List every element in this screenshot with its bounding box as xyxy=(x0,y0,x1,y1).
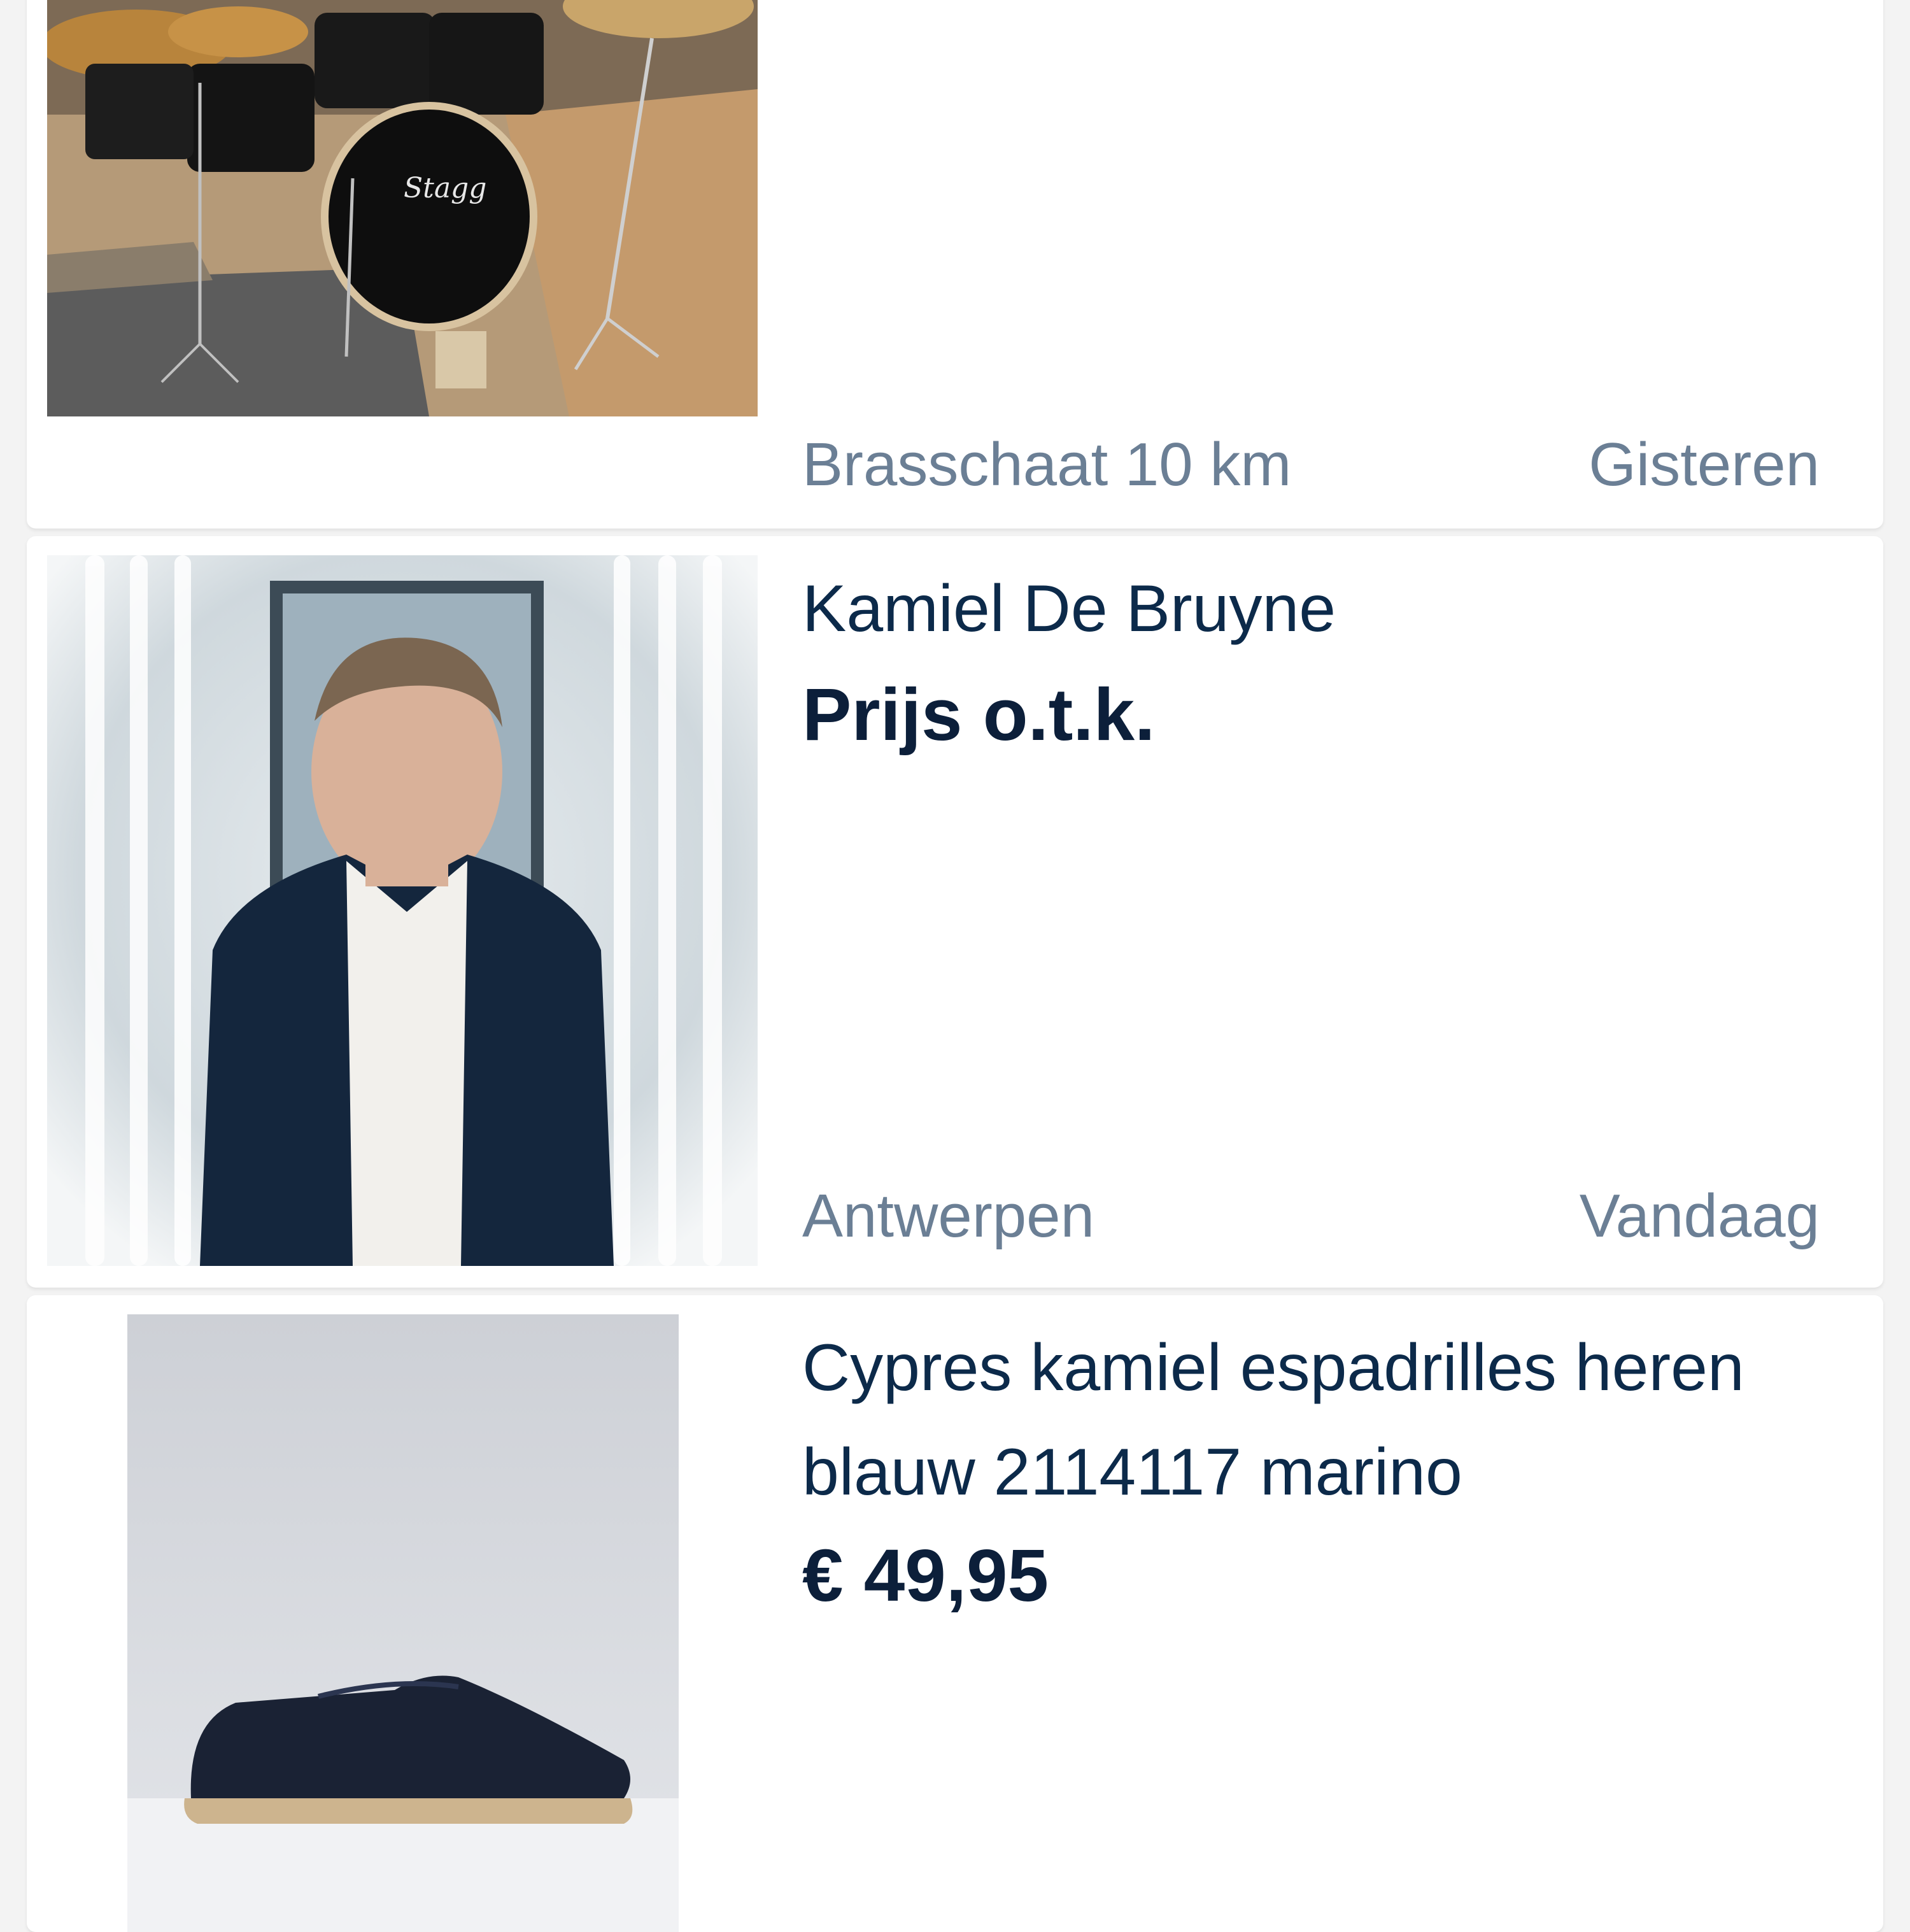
man-portrait-image xyxy=(47,555,758,1266)
listing-date: Gisteren xyxy=(1588,430,1820,499)
espadrille-shoe-image xyxy=(127,1314,679,1932)
drum-kit-image: Stagg xyxy=(47,0,758,416)
listing-feed: Stagg Brasschaat 10 km Gisteren Kamiel D… xyxy=(0,0,1910,1932)
listing-price: Prijs o.t.k. xyxy=(802,673,1156,756)
listing-location: Antwerpen xyxy=(802,1182,1094,1250)
listing-title[interactable]: Kamiel De Bruyne xyxy=(802,557,1846,661)
listing-price: € 49,95 xyxy=(802,1534,1049,1617)
listing-title[interactable]: Cypres kamiel espadrilles heren blauw 21… xyxy=(802,1316,1846,1524)
listing-card[interactable]: Cypres kamiel espadrilles heren blauw 21… xyxy=(27,1295,1883,1932)
listing-date: Vandaag xyxy=(1579,1182,1820,1250)
listing-thumbnail-drum-kit[interactable]: Stagg xyxy=(47,0,758,416)
listing-location: Brasschaat 10 km xyxy=(802,430,1292,499)
listing-card[interactable]: Stagg Brasschaat 10 km Gisteren xyxy=(27,0,1883,529)
listing-card[interactable]: Kamiel De Bruyne Prijs o.t.k. Antwerpen … xyxy=(27,536,1883,1288)
listing-thumbnail-portrait[interactable] xyxy=(47,555,758,1266)
listing-thumbnail-shoe[interactable] xyxy=(127,1314,679,1932)
svg-text:Stagg: Stagg xyxy=(404,172,486,204)
